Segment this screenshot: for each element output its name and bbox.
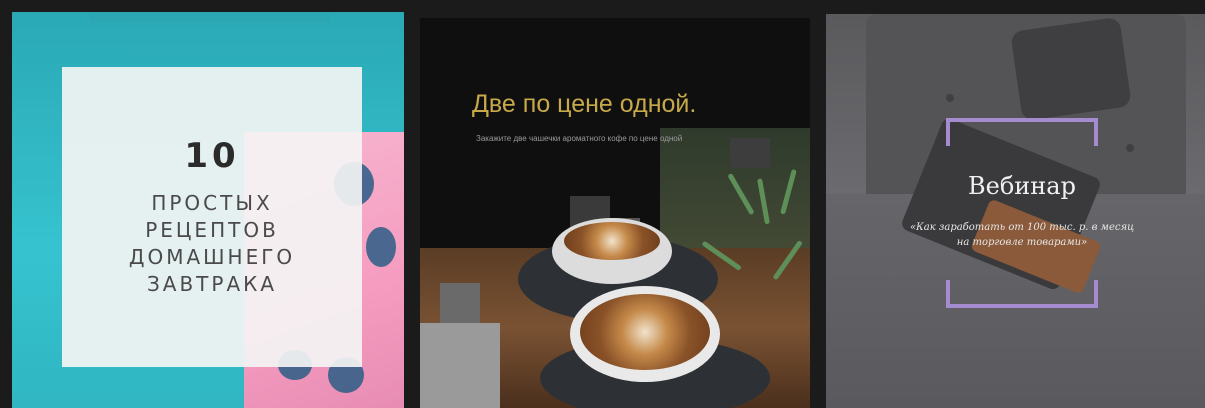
pixel-block — [420, 323, 500, 408]
donut-sprinkle — [366, 227, 396, 267]
cushion — [1010, 16, 1132, 122]
sofa-button — [1126, 144, 1134, 152]
frame-bracket-bottom — [946, 280, 1098, 308]
latte-art — [580, 294, 710, 370]
webinar-card: Вебинар «Как заработать от 100 тыс. р. в… — [826, 14, 1205, 408]
webinar-title: Вебинар — [968, 172, 1076, 200]
promo-subtitle: Закажите две чашечки ароматного кофе по … — [476, 134, 683, 143]
title-line: ПРОСТЫХ — [151, 191, 273, 215]
coffee-promo-card: Две по цене одной. Закажите две чашечки … — [420, 18, 810, 408]
card-edge — [90, 12, 330, 22]
promo-title: Две по цене одной. — [472, 90, 697, 118]
back-coffee — [564, 222, 660, 260]
title-panel: 10 ПРОСТЫХ РЕЦЕПТОВ ДОМАШНЕГО ЗАВТРАКА — [62, 67, 362, 367]
recipe-count: 10 — [184, 136, 240, 176]
pixel-block — [440, 283, 480, 323]
sofa-button — [946, 94, 954, 102]
title-line: РЕЦЕПТОВ — [145, 218, 279, 242]
title-line: ЗАВТРАКА — [146, 272, 278, 296]
pixel-block — [730, 138, 770, 168]
frame-bracket-top — [946, 118, 1098, 146]
title-line: ДОМАШНЕГО — [128, 245, 296, 269]
webinar-subtitle: «Как заработать от 100 тыс. р. в месяц н… — [909, 222, 1135, 248]
breakfast-recipes-card: 10 ПРОСТЫХ РЕЦЕПТОВ ДОМАШНЕГО ЗАВТРАКА — [12, 12, 404, 408]
